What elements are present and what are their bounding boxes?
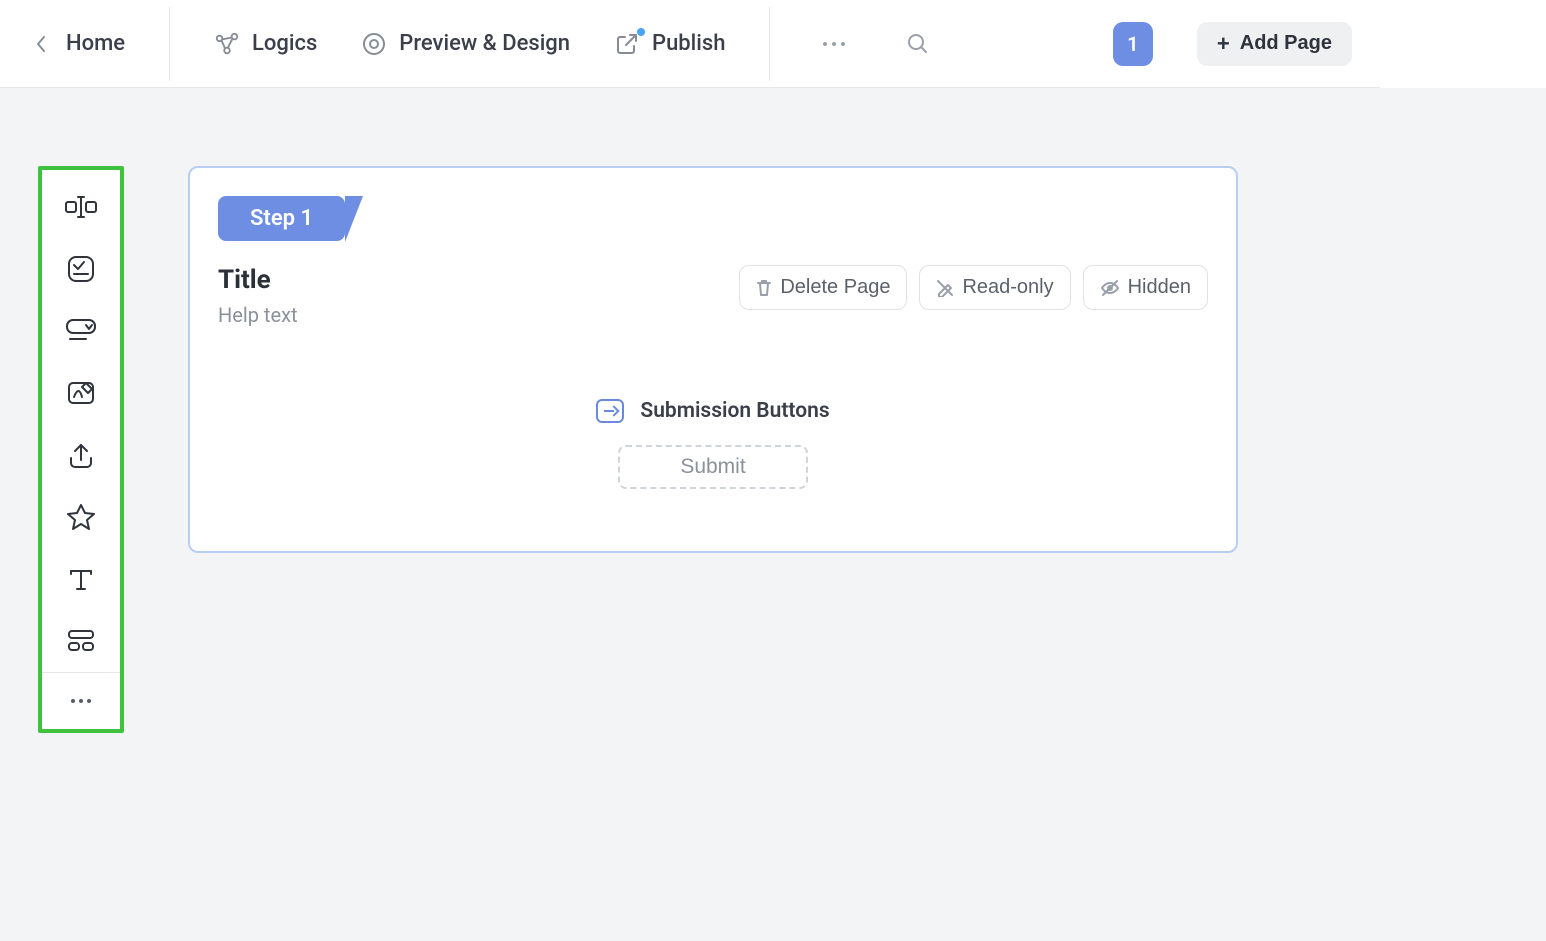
step-tag[interactable]: Step 1 [218, 196, 345, 241]
ellipsis-icon [70, 698, 92, 704]
home-label: Home [66, 31, 125, 56]
text-input-icon [64, 194, 98, 220]
tool-dropdown[interactable] [42, 300, 120, 362]
plus-icon: + [1217, 31, 1230, 57]
hidden-icon [1100, 279, 1120, 297]
workspace: Step 1 Title Help text Delete Page [0, 88, 1546, 941]
submit-button[interactable]: Submit [618, 445, 808, 489]
chevron-left-icon [28, 31, 54, 57]
ellipsis-icon [821, 40, 847, 48]
hidden-button[interactable]: Hidden [1083, 265, 1208, 310]
hidden-label: Hidden [1128, 276, 1191, 299]
tool-text[interactable] [42, 548, 120, 610]
page-actions: Delete Page Read-only Hidden [739, 265, 1208, 310]
publish-label: Publish [652, 31, 725, 56]
page-title-block: Title Help text [218, 265, 298, 327]
submit-label: Submit [680, 455, 745, 478]
tool-text-input[interactable] [42, 176, 120, 238]
preview-label: Preview & Design [399, 31, 570, 56]
search-icon [906, 32, 930, 56]
page-header: Title Help text Delete Page Read-only [218, 265, 1208, 327]
submission-label: Submission Buttons [640, 399, 829, 423]
tool-choice[interactable] [42, 238, 120, 300]
tool-more[interactable] [42, 673, 120, 729]
page-chip-1[interactable]: 1 [1113, 22, 1153, 66]
tool-rating[interactable] [42, 486, 120, 548]
page-title[interactable]: Title [218, 265, 298, 295]
tool-signature[interactable] [42, 362, 120, 424]
divider [169, 7, 170, 81]
submission-label-row: Submission Buttons [596, 399, 829, 423]
logics-label: Logics [252, 31, 317, 56]
page-card[interactable]: Step 1 Title Help text Delete Page [188, 166, 1238, 553]
divider [769, 7, 770, 81]
delete-page-button[interactable]: Delete Page [739, 265, 907, 310]
readonly-label: Read-only [962, 276, 1053, 299]
upload-icon [67, 440, 95, 470]
add-page-label: Add Page [1240, 32, 1332, 55]
choice-icon [66, 254, 96, 284]
readonly-icon [936, 279, 954, 297]
publish-indicator-dot [637, 28, 645, 36]
submission-icon [596, 399, 624, 423]
page-help-text[interactable]: Help text [218, 303, 298, 327]
add-page-button[interactable]: + Add Page [1197, 22, 1352, 66]
tool-rail [38, 166, 124, 733]
star-icon [66, 502, 96, 532]
home-nav[interactable]: Home [28, 31, 125, 57]
delete-page-label: Delete Page [780, 276, 890, 299]
page-chip-label: 1 [1127, 32, 1138, 56]
tool-section[interactable] [42, 610, 120, 672]
publish-icon [614, 31, 640, 57]
submission-section: Submission Buttons Submit [218, 399, 1208, 489]
topbar: Home Logics Preview & Design Publish [0, 0, 1380, 88]
text-icon [67, 565, 95, 593]
preview-icon [361, 31, 387, 57]
search-button[interactable] [898, 24, 938, 64]
logics-icon [214, 31, 240, 57]
more-menu-button[interactable] [814, 24, 854, 64]
trash-icon [756, 279, 772, 297]
section-icon [66, 628, 96, 654]
tool-upload[interactable] [42, 424, 120, 486]
publish-nav[interactable]: Publish [614, 31, 725, 57]
readonly-button[interactable]: Read-only [919, 265, 1070, 310]
logics-nav[interactable]: Logics [214, 31, 317, 57]
dropdown-icon [64, 317, 98, 345]
preview-nav[interactable]: Preview & Design [361, 31, 570, 57]
step-label: Step 1 [250, 206, 313, 231]
signature-icon [66, 379, 96, 407]
